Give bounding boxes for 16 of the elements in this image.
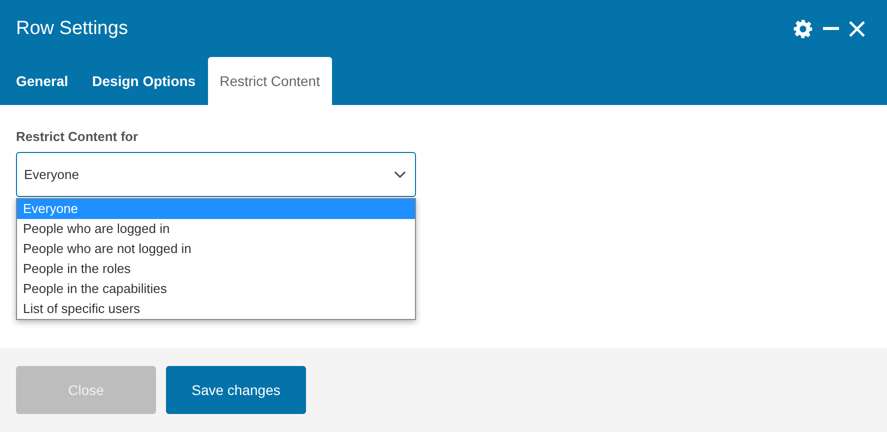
minimize-icon[interactable] — [823, 27, 839, 31]
dropdown-select[interactable]: Everyone — [16, 152, 416, 197]
save-button[interactable]: Save changes — [166, 366, 306, 414]
dropdown-option[interactable]: People who are logged in — [17, 219, 415, 239]
chevron-down-icon — [394, 170, 406, 178]
tab[interactable]: Design Options — [80, 57, 208, 105]
field-label: Restrict Content for — [16, 129, 140, 144]
close-icon[interactable] — [849, 21, 865, 37]
tab[interactable]: General — [4, 57, 80, 105]
dropdown-option[interactable]: People who are not logged in — [17, 239, 415, 259]
dropdown-option[interactable]: People in the roles — [17, 259, 415, 279]
tab[interactable]: Restrict Content — [208, 57, 332, 105]
dropdown-option[interactable]: People in the capabilities — [17, 279, 415, 299]
settings-icon[interactable] — [793, 19, 813, 39]
window-title: Row Settings — [16, 18, 128, 40]
dropdown-option[interactable]: List of specific users — [17, 299, 415, 319]
